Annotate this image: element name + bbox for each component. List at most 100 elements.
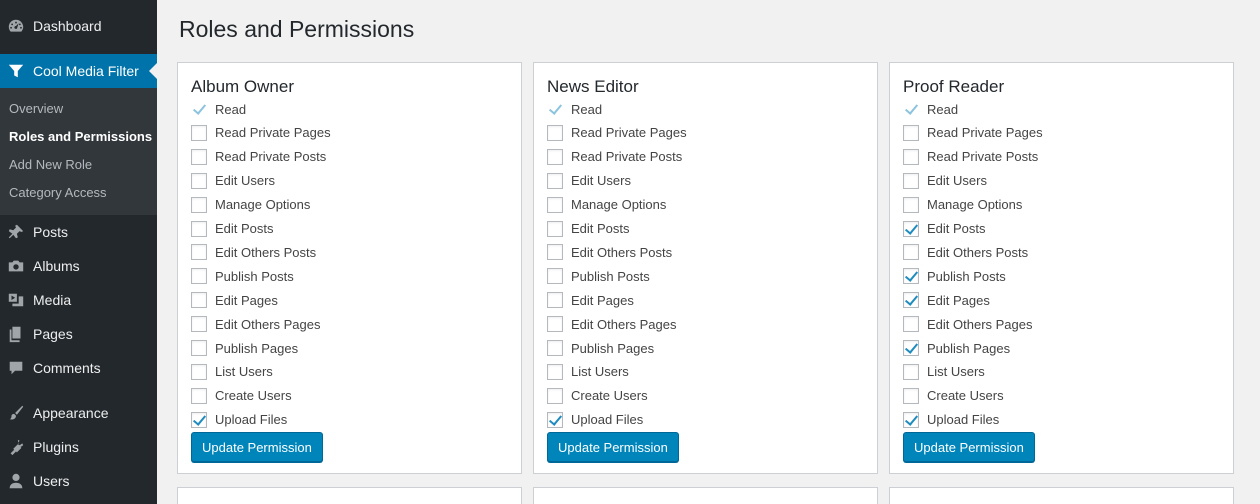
permission-row[interactable]: Publish Pages bbox=[547, 339, 654, 357]
permission-row[interactable]: Edit Pages bbox=[903, 291, 990, 309]
permission-row[interactable]: Publish Posts bbox=[191, 267, 294, 285]
permission-checkbox[interactable] bbox=[903, 220, 919, 237]
permission-row[interactable]: Edit Pages bbox=[547, 291, 634, 309]
permission-row[interactable]: Upload Files bbox=[903, 411, 999, 429]
permission-checkbox[interactable] bbox=[191, 220, 207, 237]
permission-checkbox[interactable] bbox=[547, 124, 563, 141]
permission-checkbox[interactable] bbox=[191, 124, 207, 141]
permission-checkbox[interactable] bbox=[191, 172, 207, 189]
permission-checkbox[interactable] bbox=[903, 363, 919, 380]
permission-checkbox[interactable] bbox=[903, 124, 919, 141]
permission-checkbox[interactable] bbox=[547, 244, 563, 261]
permission-checkbox[interactable] bbox=[903, 268, 919, 285]
permission-checkbox[interactable] bbox=[191, 387, 207, 404]
permission-row[interactable]: Read Private Pages bbox=[191, 124, 331, 142]
permission-checkbox[interactable] bbox=[903, 316, 919, 333]
permission-row[interactable]: Edit Posts bbox=[903, 220, 986, 238]
permission-checkbox[interactable] bbox=[903, 411, 919, 428]
permission-row[interactable]: Create Users bbox=[903, 387, 1004, 405]
permission-checkbox[interactable] bbox=[547, 172, 563, 189]
permission-checkbox[interactable] bbox=[191, 363, 207, 380]
permission-row[interactable]: Read Private Posts bbox=[903, 148, 1038, 166]
permission-checkbox[interactable] bbox=[547, 340, 563, 356]
permission-checkbox[interactable] bbox=[547, 387, 563, 404]
permission-checkbox[interactable] bbox=[903, 387, 919, 404]
permission-checkbox[interactable] bbox=[903, 244, 919, 261]
permission-checkbox[interactable] bbox=[191, 292, 207, 309]
permission-row[interactable]: Create Users bbox=[547, 387, 648, 405]
permission-checkbox[interactable] bbox=[191, 268, 207, 285]
permission-row[interactable]: Publish Posts bbox=[547, 267, 650, 285]
permission-checkbox[interactable] bbox=[191, 340, 207, 356]
permission-checkbox[interactable] bbox=[547, 316, 563, 333]
menu-posts[interactable]: Posts bbox=[0, 215, 157, 249]
permission-row[interactable]: Edit Others Posts bbox=[191, 243, 316, 261]
permission-row[interactable]: Read Private Posts bbox=[547, 148, 682, 166]
menu-appearance[interactable]: Appearance bbox=[0, 396, 157, 430]
menu-plugins[interactable]: Plugins bbox=[0, 430, 157, 464]
menu-cool-media-filter[interactable]: Cool Media Filter bbox=[0, 54, 157, 88]
permission-row[interactable]: Create Users bbox=[191, 387, 292, 405]
permission-checkbox[interactable] bbox=[191, 148, 207, 165]
permission-row[interactable]: Read bbox=[903, 100, 958, 118]
permission-row[interactable]: Edit Others Posts bbox=[547, 243, 672, 261]
permission-row[interactable]: Edit Others Pages bbox=[903, 315, 1033, 333]
permission-row[interactable]: Publish Posts bbox=[903, 267, 1006, 285]
permission-row[interactable]: Edit Users bbox=[191, 172, 275, 190]
permission-checkbox[interactable] bbox=[547, 268, 563, 285]
permission-row[interactable]: Edit Users bbox=[903, 172, 987, 190]
permission-row[interactable]: Edit Posts bbox=[547, 220, 630, 238]
permission-checkbox[interactable] bbox=[191, 316, 207, 333]
permission-row[interactable]: Manage Options bbox=[547, 196, 666, 214]
submenu-add-new-role[interactable]: Add New Role bbox=[9, 157, 92, 172]
permission-checkbox[interactable] bbox=[547, 411, 563, 428]
submenu-roles-permissions[interactable]: Roles and Permissions bbox=[9, 129, 152, 144]
update-permission-button[interactable]: Update Permission bbox=[903, 432, 1035, 462]
submenu-category-access[interactable]: Category Access bbox=[9, 185, 107, 200]
permission-checkbox[interactable] bbox=[547, 220, 563, 237]
permission-row[interactable]: Read Private Pages bbox=[903, 124, 1043, 142]
permission-row[interactable]: Read bbox=[191, 100, 246, 118]
menu-users[interactable]: Users bbox=[0, 464, 157, 498]
menu-pages[interactable]: Pages bbox=[0, 317, 157, 351]
permission-row[interactable]: Manage Options bbox=[191, 196, 310, 214]
permission-checkbox[interactable] bbox=[191, 244, 207, 261]
permission-checkbox[interactable] bbox=[547, 292, 563, 309]
permission-row[interactable]: Edit Others Posts bbox=[903, 243, 1028, 261]
menu-comments[interactable]: Comments bbox=[0, 351, 157, 385]
menu-dashboard[interactable]: Dashboard bbox=[0, 9, 157, 43]
permission-row[interactable]: Edit Others Pages bbox=[547, 315, 677, 333]
permission-row[interactable]: List Users bbox=[903, 363, 985, 381]
permission-row[interactable]: Edit Posts bbox=[191, 220, 274, 238]
permission-checkbox[interactable] bbox=[547, 148, 563, 165]
permission-checkbox[interactable] bbox=[903, 340, 919, 356]
permission-row[interactable]: List Users bbox=[547, 363, 629, 381]
permission-checkbox[interactable] bbox=[903, 196, 919, 213]
permission-row[interactable]: Publish Pages bbox=[191, 339, 298, 357]
permission-row[interactable]: Edit Users bbox=[547, 172, 631, 190]
permission-checkbox[interactable] bbox=[903, 292, 919, 309]
permission-checkbox[interactable] bbox=[903, 172, 919, 189]
permission-checkbox[interactable] bbox=[191, 196, 207, 213]
permission-row[interactable]: Upload Files bbox=[191, 411, 287, 429]
permission-label: Manage Options bbox=[215, 197, 311, 213]
permission-row[interactable]: Read Private Posts bbox=[191, 148, 326, 166]
permission-row[interactable]: Edit Others Pages bbox=[191, 315, 321, 333]
permission-row[interactable]: List Users bbox=[191, 363, 273, 381]
permission-checkbox[interactable] bbox=[547, 363, 563, 380]
permission-checkbox[interactable] bbox=[547, 196, 563, 213]
permission-row[interactable]: Read bbox=[547, 100, 602, 118]
permission-checkbox[interactable] bbox=[191, 411, 207, 428]
menu-albums[interactable]: Albums bbox=[0, 249, 157, 283]
permission-row[interactable]: Manage Options bbox=[903, 196, 1022, 214]
permission-row[interactable]: Edit Pages bbox=[191, 291, 278, 309]
menu-media[interactable]: Media bbox=[0, 283, 157, 317]
submenu-overview[interactable]: Overview bbox=[9, 101, 63, 116]
permission-checkbox[interactable] bbox=[903, 148, 919, 165]
update-permission-button[interactable]: Update Permission bbox=[547, 432, 679, 462]
permission-row[interactable]: Publish Pages bbox=[903, 339, 1010, 357]
permission-row[interactable]: Upload Files bbox=[547, 411, 643, 429]
permission-row[interactable]: Read Private Pages bbox=[547, 124, 687, 142]
pages-icon bbox=[6, 324, 26, 344]
update-permission-button[interactable]: Update Permission bbox=[191, 432, 323, 462]
